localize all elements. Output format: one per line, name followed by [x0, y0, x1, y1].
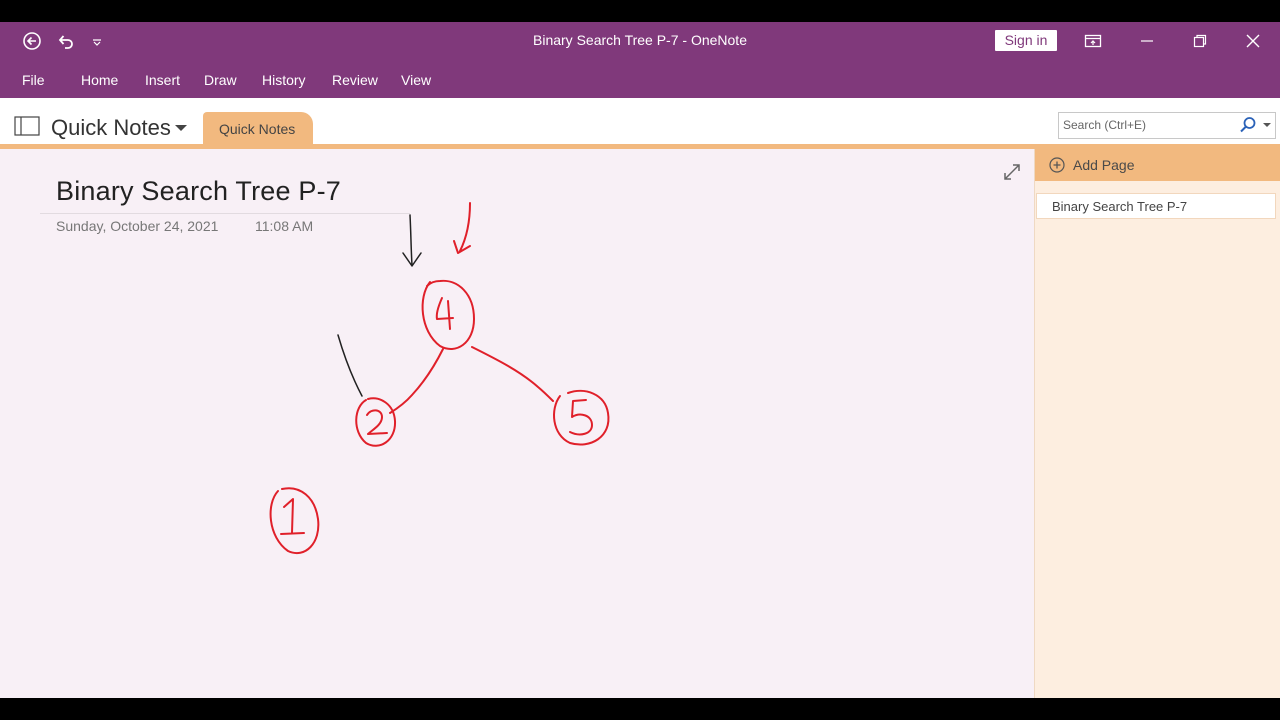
add-circle-icon	[1049, 157, 1065, 173]
add-page-label: Add Page	[1073, 157, 1135, 173]
ribbon-tabs: File Home Insert Draw History Review Vie…	[0, 60, 1280, 98]
node-circle-5	[553, 389, 610, 446]
title-bar: Binary Search Tree P-7 - OneNote Sign in	[0, 22, 1280, 60]
sign-in-button[interactable]: Sign in	[995, 30, 1057, 51]
search-scope-dropdown-icon[interactable]	[1263, 123, 1271, 127]
menu-draw[interactable]: Draw	[204, 72, 237, 88]
node-digit-4	[435, 297, 454, 330]
ink-drawing	[269, 202, 610, 554]
search-icon[interactable]	[1239, 116, 1257, 139]
page-canvas[interactable]: Binary Search Tree P-7 Sunday, October 2…	[0, 149, 1034, 698]
red-arrow	[453, 202, 471, 254]
onenote-window: Binary Search Tree P-7 - OneNote Sign in…	[0, 22, 1280, 698]
node-circle-1	[269, 487, 320, 554]
notebook-name[interactable]: Quick Notes	[51, 115, 171, 141]
black-arrow	[402, 214, 422, 267]
search-box	[1058, 112, 1276, 139]
add-page-button[interactable]: Add Page	[1035, 149, 1280, 181]
menu-home[interactable]: Home	[81, 72, 118, 88]
section-tab-quick-notes[interactable]: Quick Notes	[203, 112, 313, 146]
page-list-item-label: Binary Search Tree P-7	[1052, 199, 1188, 214]
menu-view[interactable]: View	[401, 72, 431, 88]
node-circle-2	[355, 397, 397, 447]
menu-history[interactable]: History	[262, 72, 306, 88]
minimize-icon[interactable]	[1124, 26, 1170, 56]
page-list-item[interactable]: Binary Search Tree P-7	[1036, 193, 1276, 219]
section-tab-label: Quick Notes	[219, 121, 296, 137]
edge-4-2	[389, 348, 444, 414]
search-input[interactable]	[1063, 113, 1233, 136]
menu-insert[interactable]: Insert	[145, 72, 180, 88]
edge-4-5	[471, 346, 554, 402]
ribbon-display-options-icon[interactable]	[1070, 26, 1116, 56]
node-digit-5	[569, 399, 593, 436]
close-icon[interactable]	[1230, 26, 1276, 56]
black-stroke	[337, 334, 363, 397]
menu-file[interactable]: File	[22, 72, 45, 88]
restore-icon[interactable]	[1177, 26, 1223, 56]
notebook-icon[interactable]	[14, 116, 40, 136]
node-digit-2	[366, 409, 388, 435]
node-digit-1	[280, 498, 305, 535]
notebook-bar: Quick Notes Quick Notes	[0, 98, 1280, 146]
notebook-dropdown-icon[interactable]	[175, 125, 187, 131]
pages-pane: Add Page Binary Search Tree P-7	[1034, 149, 1280, 698]
menu-review[interactable]: Review	[332, 72, 378, 88]
